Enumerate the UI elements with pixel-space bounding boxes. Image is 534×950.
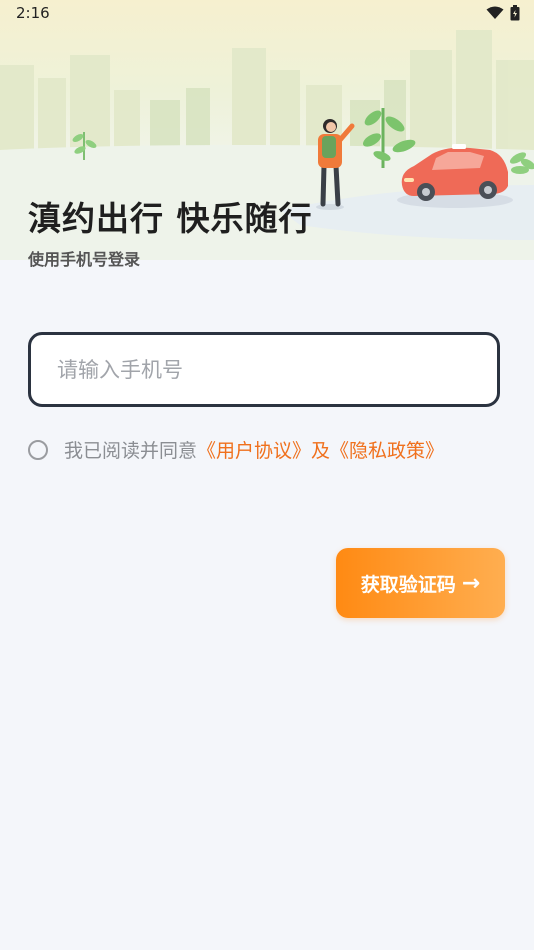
user-agreement-link[interactable]: 《用户协议》 bbox=[197, 436, 311, 463]
phone-input-container bbox=[28, 332, 500, 407]
privacy-policy-link[interactable]: 《隐私政策》 bbox=[330, 436, 444, 463]
agreement-prefix-text: 我已阅读并同意 bbox=[64, 440, 198, 462]
status-bar: 2:16 bbox=[0, 0, 534, 28]
status-time: 2:16 bbox=[16, 4, 50, 22]
status-icons bbox=[486, 5, 520, 21]
get-verification-code-button[interactable]: 获取验证码 → bbox=[336, 548, 505, 618]
page-title: 滇约出行 快乐随行 bbox=[28, 199, 313, 238]
agreement-connector-text: 及 bbox=[311, 440, 331, 462]
agreement-row: 我已阅读并同意 《用户协议》 及 《隐私政策》 bbox=[28, 436, 444, 463]
get-code-label: 获取验证码 bbox=[360, 573, 456, 596]
agreement-checkbox[interactable] bbox=[28, 439, 48, 460]
battery-icon bbox=[510, 5, 520, 21]
wifi-icon bbox=[486, 6, 504, 19]
arrow-right-icon: → bbox=[461, 570, 481, 596]
login-subtitle: 使用手机号登录 bbox=[28, 250, 141, 269]
skyline bbox=[0, 30, 534, 160]
phone-number-input[interactable] bbox=[31, 335, 497, 404]
